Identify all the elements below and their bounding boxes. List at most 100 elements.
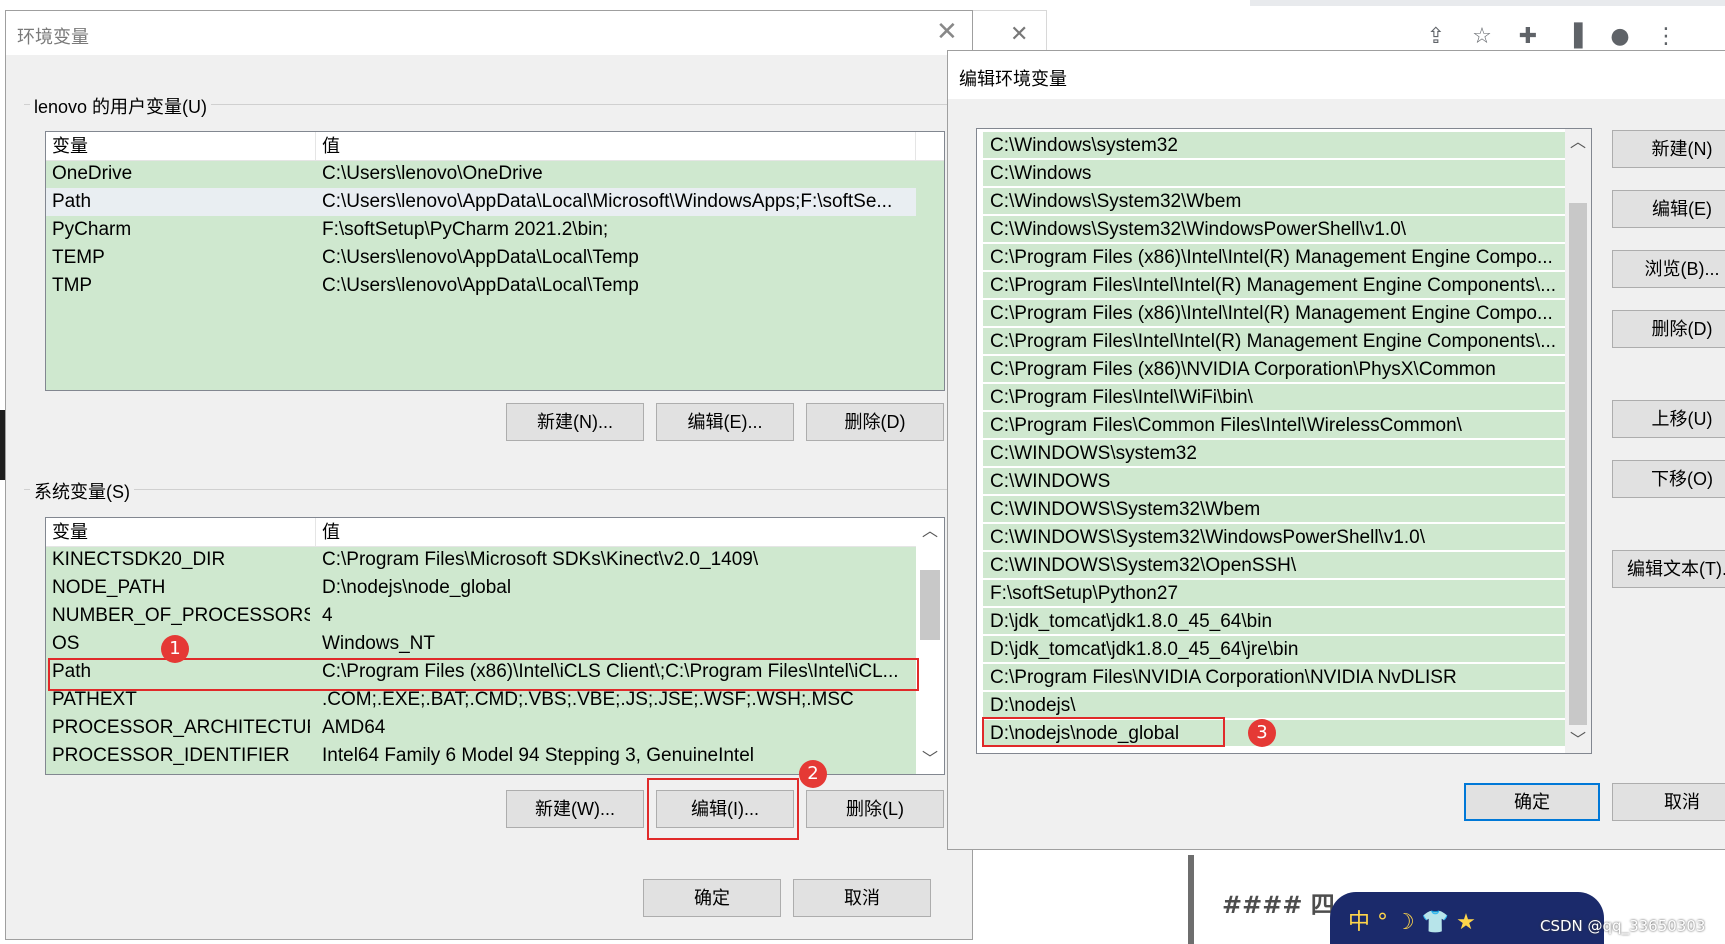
list-header: 变量 值 [46,132,944,161]
path-entry[interactable]: F:\softSetup\Python27 [983,580,1565,607]
column-header-value[interactable]: 值 [316,518,916,546]
scroll-down-icon[interactable]: ﹀ [916,746,944,772]
path-entry[interactable]: C:\Windows\System32\Wbem [983,188,1565,215]
move-down-button[interactable]: 下移(O) [1612,460,1725,498]
system-new-button[interactable]: 新建(W)... [506,790,644,828]
variable-name: PROCESSOR_ARCHITECTURE [52,717,310,738]
scrollbar-thumb[interactable] [1569,203,1587,725]
table-row[interactable]: Path C:\Users\lenovo\AppData\Local\Micros… [46,188,916,216]
variable-value: 4 [322,605,333,626]
env-vars-dialog: 环境变量 ✕ lenovo 的用户变量(U) 变量 值 OneDrive C:\U… [5,10,973,940]
variable-value: F:\softSetup\PyCharm 2021.2\bin; [322,219,609,240]
path-entry[interactable]: C:\WINDOWS\System32\WindowsPowerShell\v1… [983,524,1565,551]
highlight-path-row [48,658,919,691]
variable-name: OneDrive [52,163,133,184]
path-entry[interactable]: D:\nodejs\ [983,692,1565,719]
menu-icon[interactable]: ⋮ [1650,20,1682,52]
table-row[interactable]: PROCESSOR_ARCHITECTURE AMD64 [46,714,916,742]
user-new-button[interactable]: 新建(N)... [506,403,644,441]
star-icon[interactable]: ☆ [1466,20,1498,52]
user-edit-button[interactable]: 编辑(E)... [656,403,794,441]
path-entries-list[interactable]: C:\Windows\system32 C:\Windows C:\Windows\… [976,128,1592,754]
path-entry[interactable]: D:\jdk_tomcat\jdk1.8.0_45_64\jre\bin [983,636,1565,663]
ok-button[interactable]: 确定 [1464,783,1600,821]
group-border [24,489,952,490]
table-row[interactable]: OneDrive C:\Users\lenovo\OneDrive [46,160,916,188]
dialog-title: 环境变量 [17,27,89,47]
table-row[interactable]: NUMBER_OF_PROCESSORS 4 [46,602,916,630]
cancel-button[interactable]: 取消 [1612,783,1725,821]
table-row[interactable]: TEMP C:\Users\lenovo\AppData\Local\Temp [46,244,916,272]
path-entry[interactable]: C:\Windows [983,160,1565,187]
browser-tab-strip [1250,0,1725,6]
edit-text-button[interactable]: 编辑文本(T)... [1612,550,1725,588]
table-row[interactable]: PyCharm F:\softSetup\PyCharm 2021.2\bin; [46,216,916,244]
user-vars-group-label: lenovo 的用户变量(U) [30,93,212,119]
scroll-down-icon[interactable]: ﹀ [1565,727,1591,753]
move-up-button[interactable]: 上移(U) [1612,400,1725,438]
path-entry[interactable]: C:\Program Files\Intel\Intel(R) Manageme… [983,328,1565,355]
variable-name: NODE_PATH [52,577,166,598]
browse-button[interactable]: 浏览(B)... [1612,250,1725,288]
profile-icon[interactable]: ● [1604,20,1636,52]
path-entry[interactable]: C:\Program Files\Common Files\Intel\Wire… [983,412,1565,439]
extensions-icon[interactable]: ✚ [1512,20,1544,52]
variable-name: TEMP [52,247,105,268]
delete-entry-button[interactable]: 删除(D) [1612,310,1725,348]
table-row[interactable]: NODE_PATH D:\nodejs\node_global [46,574,916,602]
path-entry[interactable]: C:\Program Files\Intel\WiFi\bin\ [983,384,1565,411]
path-entry[interactable]: C:\Windows\System32\WindowsPowerShell\v1… [983,216,1565,243]
path-entry[interactable]: C:\WINDOWS\System32\Wbem [983,496,1565,523]
close-icon[interactable]: ✕ [1010,22,1028,47]
column-header-name[interactable]: 变量 [46,132,316,160]
new-entry-button[interactable]: 新建(N) [1612,130,1725,168]
variable-value: AMD64 [322,717,386,738]
variable-name: TMP [52,275,93,296]
step-badge-2: 2 [799,760,827,788]
variable-value: C:\Users\lenovo\AppData\Local\Temp [322,247,639,268]
edit-entry-button[interactable]: 编辑(E) [1612,190,1725,228]
watermark: CSDN @qq_33650303 [1540,917,1706,935]
variable-value: C:\Users\lenovo\AppData\Local\Temp [322,275,639,296]
system-delete-button[interactable]: 删除(L) [806,790,944,828]
title-bar: 编辑环境变量 [948,51,1725,99]
close-icon[interactable]: ✕ [936,17,958,47]
vertical-scrollbar[interactable]: ︿ ﹀ [916,518,944,774]
variable-name: NUMBER_OF_PROCESSORS [52,605,310,626]
user-delete-button[interactable]: 删除(D) [806,403,944,441]
variable-value: Windows_NT [322,633,435,654]
ok-button[interactable]: 确定 [643,879,781,917]
variable-value: C:\Program Files\Microsoft SDKs\Kinect\v… [322,549,759,570]
path-entry[interactable]: C:\Program Files\Intel\Intel(R) Manageme… [983,272,1565,299]
table-row[interactable]: KINECTSDK20_DIR C:\Program Files\Microsof… [46,546,916,574]
path-entry[interactable]: D:\jdk_tomcat\jdk1.8.0_45_64\bin [983,608,1565,635]
column-header-value[interactable]: 值 [316,132,916,160]
path-entry[interactable]: C:\Windows\system32 [983,132,1565,159]
path-entry[interactable]: C:\Program Files (x86)\Intel\Intel(R) Ma… [983,244,1565,271]
variable-name: PyCharm [52,219,132,240]
share-icon[interactable]: ⇪ [1420,20,1452,52]
vertical-scrollbar[interactable]: ︿ ﹀ [1565,129,1591,753]
user-vars-list[interactable]: 变量 值 OneDrive C:\Users\lenovo\OneDrive Pat… [45,131,945,391]
path-entry[interactable]: C:\WINDOWS\System32\OpenSSH\ [983,552,1565,579]
cancel-button[interactable]: 取消 [793,879,931,917]
path-entry[interactable]: C:\Program Files\NVIDIA Corporation\NVID… [983,664,1565,691]
variable-value: D:\nodejs\node_global [322,577,512,598]
sidepanel-icon[interactable]: ▐ [1558,20,1590,52]
table-row[interactable]: TMP C:\Users\lenovo\AppData\Local\Temp [46,272,916,300]
highlight-node-global-entry [982,717,1225,747]
path-entry[interactable]: C:\WINDOWS\system32 [983,440,1565,467]
edit-env-var-dialog: 编辑环境变量 C:\Windows\system32 C:\Windows C:\W… [947,50,1725,850]
variable-name: KINECTSDK20_DIR [52,549,226,570]
column-header-name[interactable]: 变量 [46,518,316,546]
path-entry[interactable]: C:\Program Files (x86)\Intel\Intel(R) Ma… [983,300,1565,327]
path-entry[interactable]: C:\Program Files (x86)\NVIDIA Corporatio… [983,356,1565,383]
path-entry[interactable]: C:\WINDOWS [983,468,1565,495]
table-row[interactable]: PROCESSOR_IDENTIFIER Intel64 Family 6 Mod… [46,742,916,770]
scroll-up-icon[interactable]: ︿ [916,518,944,544]
scroll-up-icon[interactable]: ︿ [1565,129,1591,155]
article-heading: #### 四 [1222,891,1335,919]
scrollbar-thumb[interactable] [920,570,940,640]
variable-name: Path [52,191,92,212]
system-vars-group-label: 系统变量(S) [30,478,134,504]
